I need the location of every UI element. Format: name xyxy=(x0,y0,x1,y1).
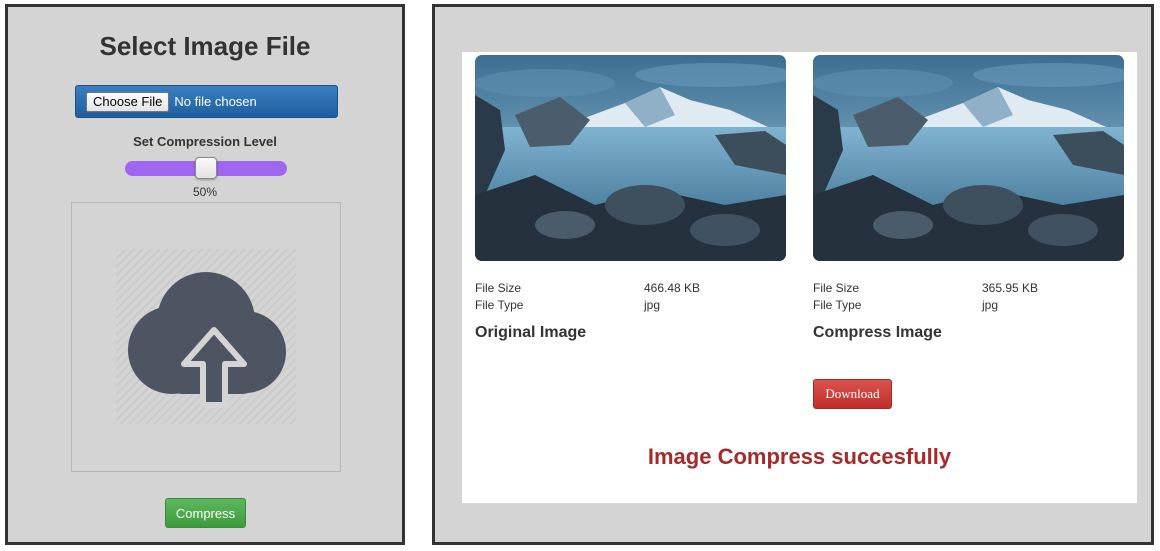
original-size-value: 466.48 KB xyxy=(644,281,701,295)
choose-file-button[interactable]: Choose File xyxy=(86,91,170,112)
page-title: Select Image File xyxy=(99,31,311,61)
compressed-size-label: File Size xyxy=(813,281,860,295)
compression-label: Set Compression Level xyxy=(133,134,277,149)
upload-panel: Select Image File Choose File No file ch… xyxy=(5,4,405,545)
original-type-label: File Type xyxy=(475,298,524,312)
result-card: File Size 466.48 KB File Type jpg Origin… xyxy=(462,52,1137,503)
compression-value: 50% xyxy=(192,185,218,199)
compressed-caption: Compress Image xyxy=(813,324,942,341)
compression-slider[interactable] xyxy=(125,157,287,179)
compress-button[interactable]: Compress xyxy=(165,498,246,528)
cloud-upload-icon xyxy=(128,272,286,408)
download-button[interactable]: Download xyxy=(813,379,892,409)
original-image xyxy=(475,55,786,261)
original-caption: Original Image xyxy=(475,324,587,341)
image-preview-area[interactable] xyxy=(71,202,341,472)
original-size-label: File Size xyxy=(475,281,522,295)
compressed-size-value: 365.95 KB xyxy=(982,281,1039,295)
compressed-image xyxy=(813,55,1124,261)
slider-thumb[interactable] xyxy=(195,157,217,179)
result-panel: File Size 466.48 KB File Type jpg Origin… xyxy=(432,4,1154,545)
file-input[interactable]: Choose File No file chosen xyxy=(75,85,338,118)
original-type-value: jpg xyxy=(644,298,661,312)
upload-placeholder xyxy=(116,249,296,424)
compressed-type-label: File Type xyxy=(813,298,862,312)
file-status: No file chosen xyxy=(174,94,257,109)
success-message: Image Compress succesfully xyxy=(647,444,952,469)
compressed-type-value: jpg xyxy=(982,298,999,312)
